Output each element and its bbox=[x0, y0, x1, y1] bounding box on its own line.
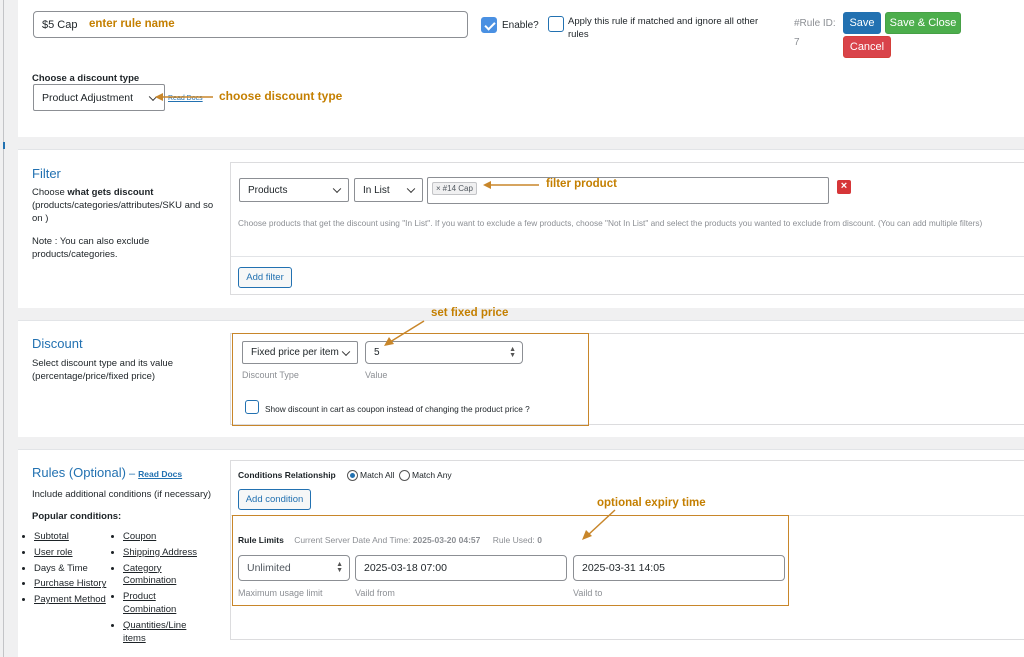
discount-heading: Discount bbox=[32, 336, 83, 351]
condition-link[interactable]: Product Combination bbox=[123, 591, 176, 615]
match-all-label: Match All bbox=[360, 470, 395, 480]
condition-link[interactable]: Days & Time bbox=[34, 563, 88, 574]
condition-link[interactable]: Purchase History bbox=[34, 578, 106, 589]
match-any-label: Match Any bbox=[412, 470, 452, 480]
filter-note: Note : You can also exclude products/cat… bbox=[32, 236, 150, 261]
condition-link[interactable]: Payment Method bbox=[34, 594, 106, 605]
discount-description: Select discount type and its value (perc… bbox=[32, 358, 174, 383]
tag-remove-icon[interactable]: × bbox=[436, 184, 441, 193]
match-all-radio[interactable] bbox=[347, 470, 358, 481]
condition-quantities: Quantities/Line items bbox=[123, 620, 209, 646]
rule-id-label: #Rule ID: bbox=[794, 18, 836, 29]
condition-category-combination: Category Combination bbox=[123, 563, 209, 589]
arrow-fixed-price bbox=[384, 320, 425, 346]
annotation-filter-product: filter product bbox=[546, 178, 617, 190]
rules-heading-row: Rules (Optional) – Read Docs bbox=[32, 464, 182, 482]
rule-name-value: $5 Cap bbox=[42, 18, 78, 31]
condition-user-role: User role bbox=[34, 547, 110, 560]
condition-link[interactable]: Quantities/Line items bbox=[123, 620, 186, 644]
limits-highlight-box bbox=[232, 515, 789, 606]
filter-desc-bold: what gets discount bbox=[67, 187, 154, 198]
filter-type-selected: Products bbox=[248, 184, 288, 196]
filter-description: Choose what gets discount (products/cate… bbox=[32, 187, 218, 225]
condition-link[interactable]: User role bbox=[34, 547, 73, 558]
add-condition-button[interactable]: Add condition bbox=[238, 489, 311, 510]
filter-help-text: Choose products that get the discount us… bbox=[238, 218, 983, 228]
annotation-set-fixed-price: set fixed price bbox=[431, 307, 509, 319]
conditions-list-col2: Coupon Shipping Address Category Combina… bbox=[109, 531, 209, 649]
filter-operator-select[interactable]: In List bbox=[354, 178, 423, 202]
condition-link[interactable]: Shipping Address bbox=[123, 547, 197, 558]
filter-operator-selected: In List bbox=[363, 184, 390, 196]
arrow-filter-product bbox=[483, 181, 539, 189]
condition-link[interactable]: Subtotal bbox=[34, 531, 69, 542]
rules-dash: – bbox=[125, 468, 139, 480]
match-any-radio[interactable] bbox=[399, 470, 410, 481]
add-filter-button[interactable]: Add filter bbox=[238, 267, 292, 288]
filter-desc-rest: (products/categories/attributes/SKU and … bbox=[32, 199, 214, 224]
filter-type-select[interactable]: Products bbox=[239, 178, 349, 202]
filter-panel: Filter Choose what gets discount (produc… bbox=[18, 149, 1024, 308]
condition-subtotal: Subtotal bbox=[34, 531, 110, 544]
apply-exclusive-label: Apply this rule if matched and ignore al… bbox=[568, 16, 759, 40]
filter-product-tag: × #14 Cap bbox=[432, 182, 477, 195]
condition-coupon: Coupon bbox=[123, 531, 209, 544]
rules-heading: Rules (Optional) bbox=[32, 465, 126, 480]
save-close-button[interactable]: Save & Close bbox=[885, 12, 961, 34]
condition-link[interactable]: Category Combination bbox=[123, 563, 176, 587]
enable-checkbox[interactable] bbox=[481, 17, 497, 33]
condition-product-combination: Product Combination bbox=[123, 591, 209, 617]
admin-edge-marker bbox=[3, 142, 5, 149]
cancel-button[interactable]: Cancel bbox=[843, 36, 891, 58]
annotation-choose-discount-type: choose discount type bbox=[219, 89, 343, 103]
discount-type-select[interactable]: Product Adjustment bbox=[33, 84, 165, 111]
admin-edge-line bbox=[3, 0, 4, 657]
popular-conditions-label: Popular conditions: bbox=[32, 511, 122, 522]
annotation-enter-rule-name: enter rule name bbox=[89, 18, 175, 30]
condition-link[interactable]: Coupon bbox=[123, 531, 156, 542]
condition-shipping-address: Shipping Address bbox=[123, 547, 209, 560]
arrow-discount-type bbox=[155, 93, 213, 101]
enable-label: Enable? bbox=[502, 20, 539, 31]
filter-desc-prefix: Choose bbox=[32, 187, 68, 198]
remove-filter-icon[interactable]: × bbox=[837, 180, 851, 194]
apply-exclusive-checkbox[interactable] bbox=[548, 16, 564, 32]
arrow-expiry bbox=[582, 509, 616, 540]
condition-payment-method: Payment Method bbox=[34, 594, 110, 607]
conditions-relationship-label: Conditions Relationship bbox=[238, 470, 336, 480]
discount-type-selected: Product Adjustment bbox=[42, 91, 134, 104]
tag-label: #14 Cap bbox=[442, 184, 473, 193]
rules-description: Include additional conditions (if necess… bbox=[32, 489, 212, 500]
filter-box: Products In List × #14 Cap × Choose prod… bbox=[230, 162, 1024, 295]
save-button[interactable]: Save bbox=[843, 12, 881, 34]
condition-days-time: Days & Time bbox=[34, 563, 110, 576]
filter-heading: Filter bbox=[32, 166, 61, 181]
conditions-list-col1: Subtotal User role Days & Time Purchase … bbox=[20, 531, 110, 610]
rules-docs-link[interactable]: Read Docs bbox=[138, 469, 182, 479]
condition-purchase-history: Purchase History bbox=[34, 578, 110, 591]
filter-divider bbox=[231, 256, 1024, 257]
rule-id-value: 7 bbox=[794, 37, 800, 48]
